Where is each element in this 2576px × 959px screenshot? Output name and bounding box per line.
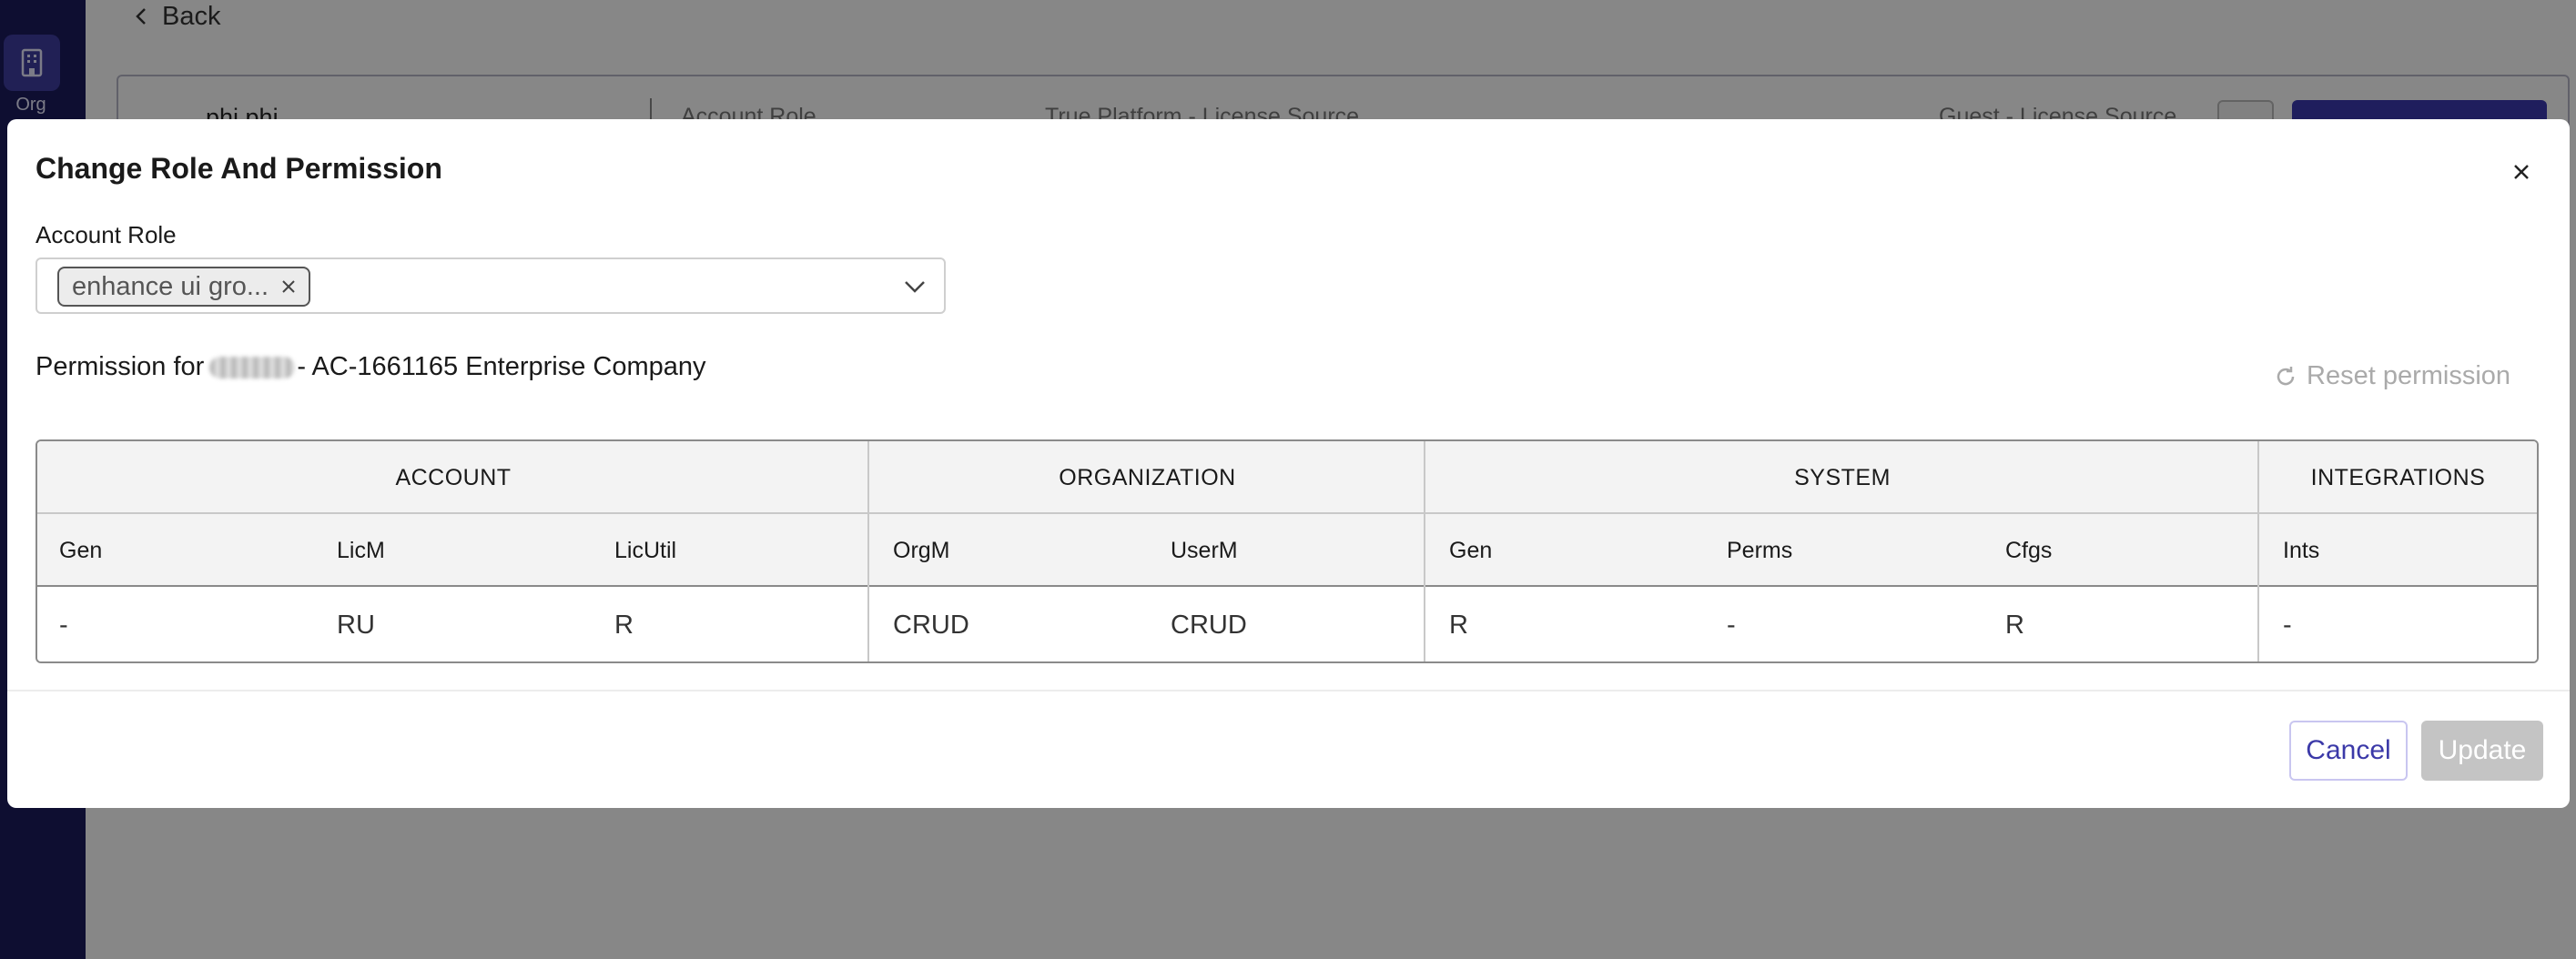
group-organization: ORGANIZATION [1059, 464, 1236, 490]
change-role-modal: Change Role And Permission Account Role … [7, 119, 2570, 808]
reset-permission-button[interactable]: Reset permission [2274, 361, 2510, 391]
close-icon [282, 280, 295, 293]
permissions-table: ACCOUNT ORGANIZATION SYSTEM INTEGRATIONS… [35, 439, 2539, 663]
column-divider [2257, 441, 2259, 661]
column-divider [1424, 441, 1425, 661]
group-header-row: ACCOUNT ORGANIZATION SYSTEM INTEGRATIONS [37, 441, 2537, 514]
permission-value: CRUD [893, 610, 969, 640]
permission-value: - [59, 610, 68, 640]
account-role-select[interactable]: enhance ui gro... [35, 257, 946, 314]
reset-permission-label: Reset permission [2307, 361, 2511, 390]
modal-title: Change Role And Permission [35, 152, 442, 185]
column-header: Cfgs [2005, 537, 2053, 563]
group-account: ACCOUNT [395, 464, 512, 490]
permission-title-suffix: - AC-1661165 Enterprise Company [297, 352, 706, 381]
footer-divider [7, 690, 2570, 691]
permission-title-prefix: Permission for [35, 352, 205, 381]
close-icon [2514, 165, 2529, 179]
column-header: Gen [59, 537, 103, 563]
account-role-label: Account Role [35, 221, 177, 248]
group-system: SYSTEM [1794, 464, 1891, 490]
permission-value: RU [337, 610, 375, 640]
permission-value: R [614, 610, 634, 640]
permission-value: R [1449, 610, 1468, 640]
group-integrations: INTEGRATIONS [2310, 464, 2486, 490]
role-chip-label: enhance ui gro... [72, 271, 269, 301]
column-header: OrgM [893, 537, 950, 563]
column-divider [867, 441, 869, 661]
close-button[interactable] [2501, 152, 2541, 192]
column-header: Perms [1727, 537, 1793, 563]
chevron-down-icon [905, 281, 925, 293]
permission-value: - [1727, 610, 1736, 640]
table-row: - RU R CRUD CRUD R - R - [37, 587, 2537, 661]
column-header: LicM [337, 537, 385, 563]
permission-value: CRUD [1171, 610, 1247, 640]
redacted-user-name [209, 356, 296, 379]
refresh-icon [2277, 366, 2295, 385]
column-header: Gen [1449, 537, 1493, 563]
cancel-button[interactable]: Cancel [2289, 721, 2408, 781]
column-header: UserM [1171, 537, 1238, 563]
column-header-row: Gen LicM LicUtil OrgM UserM Gen Perms Cf… [37, 514, 2537, 587]
column-header: Ints [2283, 537, 2320, 563]
update-button[interactable]: Update [2421, 721, 2543, 781]
dropdown-toggle[interactable] [902, 274, 928, 299]
role-chip: enhance ui gro... [57, 267, 311, 307]
permission-value: - [2283, 610, 2292, 640]
permission-value: R [2005, 610, 2024, 640]
column-header: LicUtil [614, 537, 677, 563]
permission-title: Permission for - AC-1661165 Enterprise C… [35, 352, 706, 382]
remove-chip-button[interactable] [281, 279, 296, 294]
